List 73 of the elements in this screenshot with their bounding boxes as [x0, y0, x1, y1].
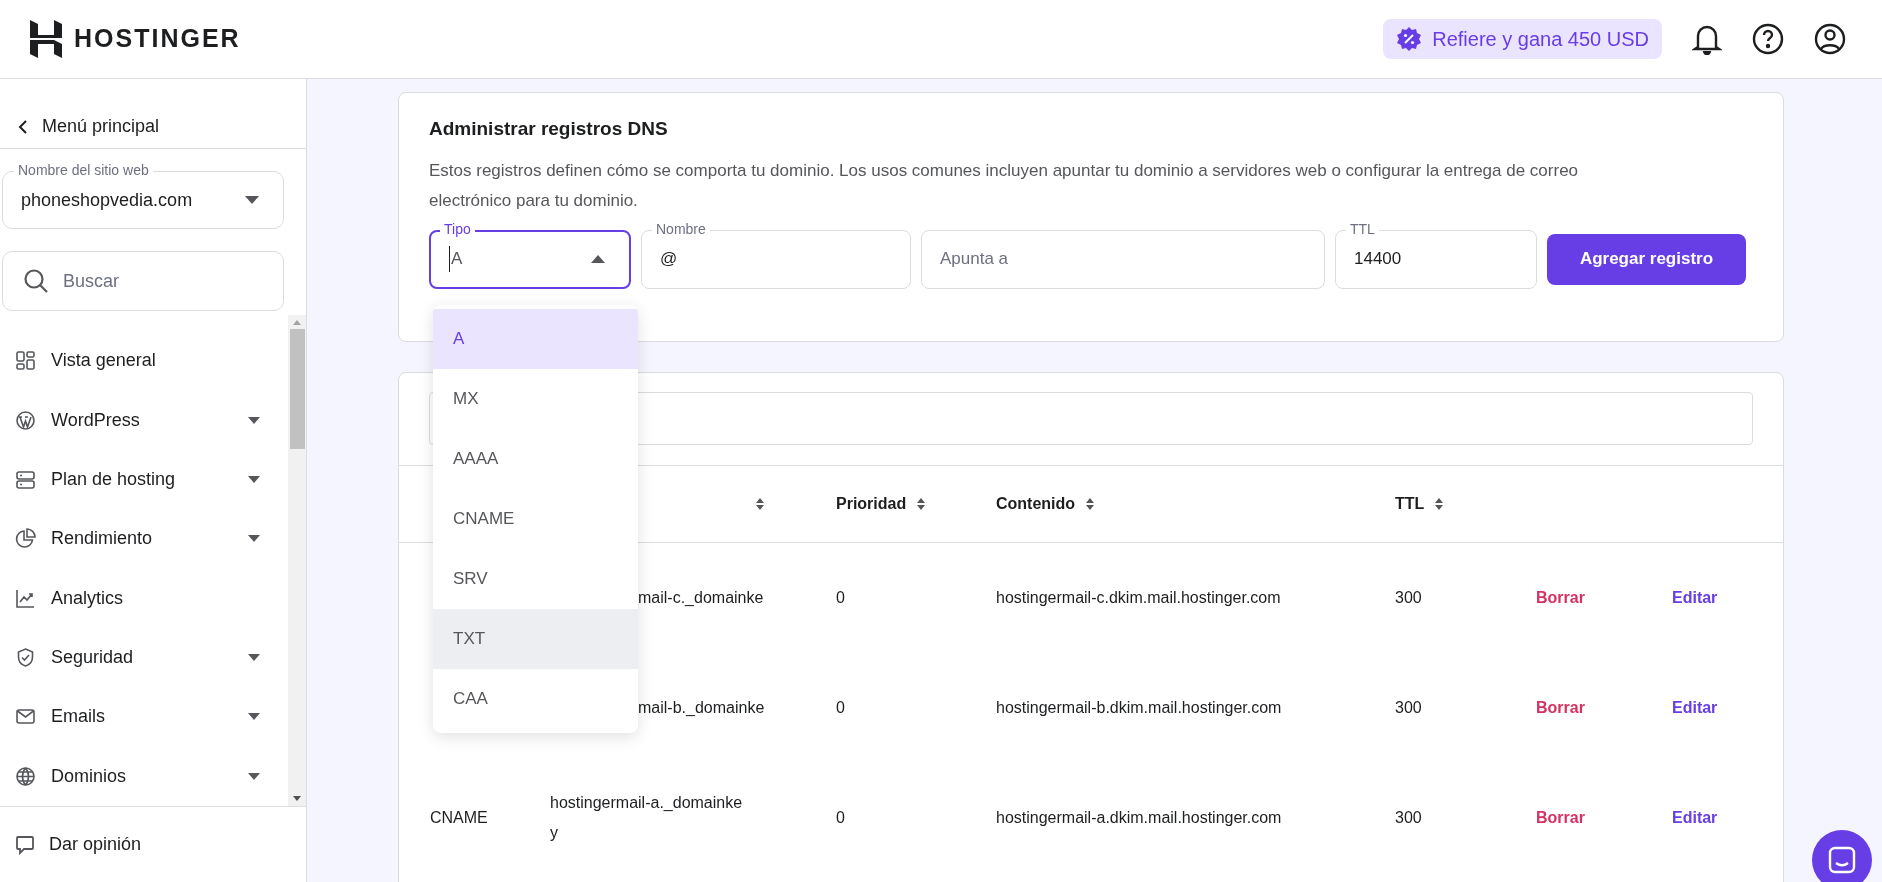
table-cell: 300 — [1395, 809, 1422, 826]
card-title: Administrar registros DNS — [429, 117, 669, 141]
wordpress-icon — [15, 409, 36, 431]
sort-icon[interactable] — [916, 497, 927, 511]
speech-bubble-icon — [15, 834, 35, 855]
feedback-link[interactable]: Dar opinión — [15, 831, 142, 858]
sidebar-item[interactable]: WordPress — [0, 390, 288, 450]
help-icon[interactable] — [1752, 23, 1784, 55]
sidebar-item[interactable]: Dominios — [0, 746, 288, 806]
type-option[interactable]: TXT — [433, 609, 638, 669]
dropdown-caret-icon — [245, 196, 259, 204]
table-cell: 300 — [1395, 699, 1422, 716]
delete-link[interactable]: Borrar — [1536, 809, 1585, 826]
pie-chart-icon — [15, 528, 36, 550]
line-chart-icon — [15, 587, 36, 609]
logo-text: HOSTINGER — [74, 23, 241, 55]
sort-icon[interactable] — [1434, 497, 1445, 511]
shield-check-icon — [15, 647, 36, 669]
sort-icon[interactable] — [755, 497, 765, 511]
chat-button[interactable] — [1812, 830, 1872, 882]
table-cell: 0 — [836, 809, 845, 826]
sort-icon[interactable] — [1085, 497, 1096, 511]
column-header[interactable]: Contenido — [996, 492, 1076, 516]
grid-icon — [15, 350, 36, 372]
type-option[interactable]: SRV — [433, 549, 638, 609]
add-record-button[interactable]: Agregar registro — [1547, 233, 1746, 285]
type-option[interactable]: A — [433, 309, 638, 369]
search-input[interactable]: Buscar — [63, 267, 263, 295]
type-option[interactable]: AAAA — [433, 429, 638, 489]
back-chevron-icon — [18, 119, 28, 134]
chat-icon — [1827, 845, 1857, 875]
column-header[interactable]: Prioridad — [836, 492, 907, 516]
table-cell: CNAME — [430, 809, 488, 826]
table-cell: hostingermail-a.dkim.mail.hostinger.com — [996, 809, 1282, 826]
globe-icon — [15, 765, 36, 787]
card-description: Estos registros definen cómo se comporta tu dominio. Los usos comunes incluyen apuntar tu dominio a servidores web o configurar la entrega de correo electrónico para tu dominio. — [429, 159, 1580, 212]
edit-link[interactable]: Editar — [1672, 589, 1718, 606]
type-option[interactable]: CAA — [433, 669, 638, 729]
table-cell-text: mail-c._domainke — [638, 588, 765, 608]
sidebar-item[interactable]: Vista general — [0, 331, 288, 391]
table-cell: 0 — [836, 699, 845, 716]
column-header[interactable]: TTL — [1395, 492, 1425, 516]
logo-icon — [30, 20, 62, 58]
edit-link[interactable]: Editar — [1672, 809, 1718, 826]
type-option[interactable]: MX — [433, 369, 638, 429]
table-cell-text: mail-b._domainke — [638, 698, 766, 718]
points-to-field[interactable]: Apunta a — [921, 229, 1325, 289]
table-cell: 0 — [836, 589, 845, 606]
table-cell: 300 — [1395, 589, 1422, 606]
server-icon — [15, 468, 36, 490]
account-icon[interactable] — [1814, 23, 1846, 55]
main-menu-link[interactable]: Menú principal — [18, 113, 160, 140]
search-icon — [23, 268, 49, 294]
table-cell-text: hostingermail-a._domainke — [550, 793, 744, 813]
scrollbar-thumb[interactable] — [289, 329, 305, 449]
table-cell: hostingermail-c.dkim.mail.hostinger.com — [996, 589, 1281, 606]
table-cell: hostingermail-b.dkim.mail.hostinger.com — [996, 699, 1282, 716]
referral-button[interactable]: Refiere y gana 450 USD — [1383, 19, 1662, 59]
sidebar-item[interactable]: Plan de hosting — [0, 449, 288, 510]
notification-bell-icon[interactable] — [1692, 23, 1722, 55]
edit-link[interactable]: Editar — [1672, 699, 1718, 716]
table-cell-text: y — [550, 823, 559, 843]
sidebar-item[interactable]: Analytics — [0, 568, 288, 628]
discount-badge-icon — [1396, 26, 1423, 52]
delete-link[interactable]: Borrar — [1536, 699, 1585, 716]
sidebar-item[interactable]: Emails — [0, 687, 288, 747]
search-field[interactable]: Buscar — [2, 251, 284, 311]
sidebar-item[interactable]: Rendimiento — [0, 509, 288, 569]
sidebar-item[interactable]: Seguridad — [0, 627, 288, 688]
scrollbar[interactable] — [288, 315, 306, 806]
delete-link[interactable]: Borrar — [1536, 589, 1585, 606]
dropdown-caret-icon — [591, 255, 605, 263]
type-option[interactable]: CNAME — [433, 489, 638, 549]
